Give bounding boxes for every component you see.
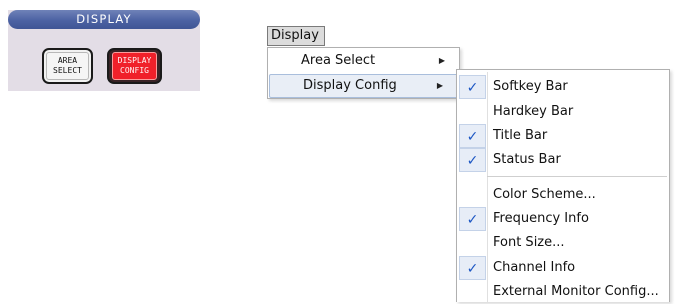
submenu-arrow-icon: ▶ [438,56,445,65]
check-icon: ✓ [459,256,486,280]
menu-display[interactable]: Display [267,26,325,46]
menu-item-label: External Monitor Config... [493,284,659,299]
menu-item-status-bar[interactable]: ✓ Status Bar [457,148,669,172]
display-config-submenu: ✓ Softkey Bar Hardkey Bar ✓ Title Bar ✓ … [456,69,670,302]
menu-item-display-config[interactable]: Display Config ▶ [269,74,458,98]
key-label-line2: CONFIG [120,66,149,75]
menu-item-label: Color Scheme... [493,187,596,202]
submenu-arrow-icon: ▶ [436,81,443,90]
menu-item-frequency-info[interactable]: ✓ Frequency Info [457,207,669,231]
area-select-key-face: AREA SELECT [46,52,89,80]
check-icon: ✓ [459,124,486,148]
menu-item-color-scheme[interactable]: Color Scheme... [457,183,669,207]
menu-item-label: Frequency Info [493,211,589,226]
key-label-line2: SELECT [53,66,82,75]
display-hardkey-panel: DISPLAY AREA SELECT DISPLAY CONFIG [8,10,200,91]
display-config-hardkey[interactable]: DISPLAY CONFIG [107,48,162,84]
menu-item-external-monitor-config[interactable]: External Monitor Config... [457,280,669,304]
menu-item-label: Softkey Bar [493,79,568,94]
display-menu: Area Select ▶ Display Config ▶ [267,47,460,99]
check-icon: ✓ [459,148,486,172]
menu-item-title-bar[interactable]: ✓ Title Bar [457,124,669,148]
check-icon: ✓ [459,207,486,231]
menu-item-font-size[interactable]: Font Size... [457,231,669,255]
key-label-line1: AREA [57,56,78,65]
menu-item-area-select[interactable]: Area Select ▶ [268,49,459,73]
check-icon: ✓ [459,75,486,99]
menu-item-label: Title Bar [493,128,548,143]
menu-item-label: Display Config [303,78,397,93]
menu-item-label: Channel Info [493,260,576,275]
menu-item-hardkey-bar[interactable]: Hardkey Bar [457,100,669,124]
key-label-line1: DISPLAY [117,56,152,65]
menu-item-label: Hardkey Bar [493,104,574,119]
area-select-hardkey[interactable]: AREA SELECT [42,48,93,84]
panel-title: DISPLAY [8,10,200,29]
menu-item-label: Area Select [301,53,376,68]
menu-item-channel-info[interactable]: ✓ Channel Info [457,256,669,280]
menu-item-label: Status Bar [493,152,561,167]
menu-item-softkey-bar[interactable]: ✓ Softkey Bar [457,75,669,99]
menu-item-label: Font Size... [493,235,565,250]
menu-separator [487,176,667,177]
display-config-key-face: DISPLAY CONFIG [112,52,157,80]
